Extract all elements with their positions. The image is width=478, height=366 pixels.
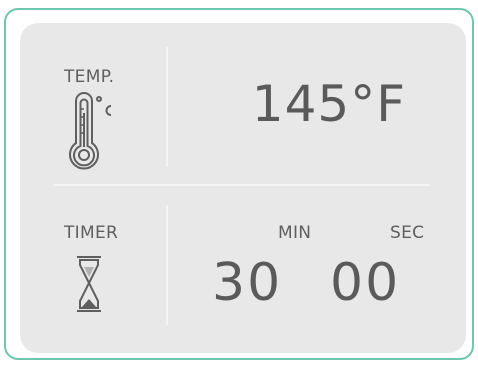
seconds-unit-label: SEC bbox=[390, 223, 425, 243]
minutes-unit-label: MIN bbox=[278, 223, 312, 243]
divider-vertical-top bbox=[166, 47, 168, 167]
hourglass-icon bbox=[77, 256, 101, 312]
thermometer-celsius-icon bbox=[69, 92, 112, 170]
temp-label: TEMP. bbox=[64, 67, 115, 87]
timer-minutes-value[interactable]: 30 bbox=[212, 253, 282, 313]
divider-vertical-bottom bbox=[166, 205, 168, 325]
timer-seconds-value[interactable]: 00 bbox=[330, 253, 400, 313]
timer-label: TIMER bbox=[64, 223, 119, 243]
control-panel: TEMP. 145°F TIMER MIN SEC 30 00 bbox=[20, 23, 466, 353]
temperature-value[interactable]: 145°F bbox=[252, 75, 406, 133]
divider-horizontal bbox=[54, 184, 430, 186]
